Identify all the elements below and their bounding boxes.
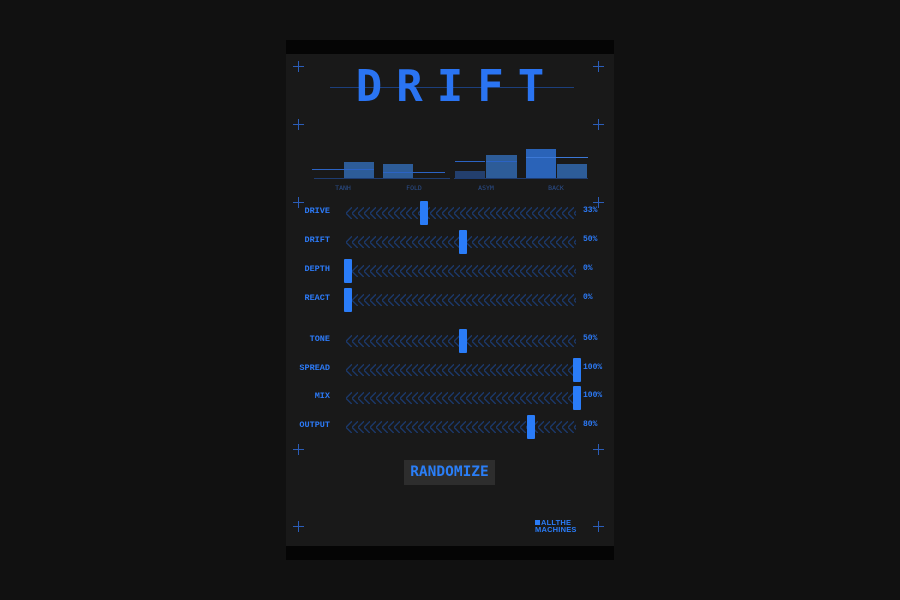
crosshair-icon <box>293 119 304 130</box>
brand-logo: ALLTHE MACHINES <box>535 519 595 533</box>
shaper-level-line <box>383 172 445 173</box>
top-band <box>286 40 614 54</box>
slider-value: 0% <box>583 293 593 302</box>
slider-value: 50% <box>583 235 598 244</box>
slider-track[interactable] <box>346 392 576 404</box>
slider-row-react: REACT 0% <box>286 288 614 312</box>
brand-line-2: MACHINES <box>535 525 577 534</box>
slider-track[interactable] <box>346 207 576 219</box>
crosshair-icon <box>293 444 304 455</box>
slider-value: 80% <box>583 420 598 429</box>
shaper-level-line <box>312 169 346 170</box>
slider-thumb[interactable] <box>573 358 581 382</box>
slider-thumb[interactable] <box>344 259 352 283</box>
randomize-button[interactable]: RANDOMIZE <box>404 460 495 485</box>
shaper-baseline <box>314 178 450 179</box>
slider-value: 100% <box>583 363 603 372</box>
shaper-level-line <box>455 161 485 162</box>
plugin-title: DRIFT <box>355 61 559 112</box>
slider-thumb[interactable] <box>344 288 352 312</box>
shaper-label-fold[interactable]: FOLD <box>384 184 444 192</box>
bottom-band <box>286 546 614 560</box>
slider-label: SPREAD <box>299 363 330 373</box>
slider-row-tone: TONE 50% <box>286 329 614 353</box>
slider-label: REACT <box>304 293 330 303</box>
slider-label: DRIVE <box>304 206 330 216</box>
slider-track[interactable] <box>346 421 576 433</box>
shaper-level-line <box>486 161 517 162</box>
slider-value: 100% <box>583 391 603 400</box>
shaper-selector[interactable]: TANH FOLD ASYM BACK <box>310 140 590 200</box>
shaper-level-line <box>344 169 374 170</box>
crosshair-icon <box>593 444 604 455</box>
slider-track[interactable] <box>346 265 576 277</box>
slider-row-depth: DEPTH 0% <box>286 259 614 283</box>
slider-row-drift: DRIFT 50% <box>286 230 614 254</box>
slider-thumb[interactable] <box>573 386 581 410</box>
shaper-label-back[interactable]: BACK <box>526 184 586 192</box>
shaper-baseline <box>454 178 588 179</box>
shaper-bar <box>486 155 517 178</box>
crosshair-icon <box>293 521 304 532</box>
slider-thumb[interactable] <box>527 415 536 439</box>
shaper-bar <box>344 162 374 178</box>
slider-label: TONE <box>309 334 330 344</box>
slider-value: 33% <box>583 206 598 215</box>
slider-label: DEPTH <box>304 264 330 274</box>
shaper-bar <box>383 164 413 178</box>
slider-row-mix: MIX 100% <box>286 386 614 410</box>
shaper-bar-active <box>526 149 556 178</box>
slider-thumb[interactable] <box>458 329 467 353</box>
slider-value: 0% <box>583 264 593 273</box>
shaper-bar <box>557 164 587 178</box>
slider-row-drive: DRIVE 33% <box>286 201 614 225</box>
slider-label: MIX <box>314 391 330 401</box>
slider-track[interactable] <box>346 294 576 306</box>
slider-row-spread: SPREAD 100% <box>286 358 614 382</box>
slider-value: 50% <box>583 334 598 343</box>
slider-thumb[interactable] <box>458 230 467 254</box>
crosshair-icon <box>593 119 604 130</box>
shaper-level-line <box>526 157 588 158</box>
slider-row-output: OUTPUT 80% <box>286 415 614 439</box>
slider-track[interactable] <box>346 364 576 376</box>
slider-thumb[interactable] <box>419 201 428 225</box>
slider-label: OUTPUT <box>299 420 330 430</box>
shaper-label-asym[interactable]: ASYM <box>456 184 516 192</box>
slider-label: DRIFT <box>304 235 330 245</box>
shaper-label-tanh[interactable]: TANH <box>313 184 373 192</box>
plugin-window: DRIFT TANH FOLD ASYM BACK DRIVE 33% DRIF… <box>286 40 614 560</box>
shaper-bar <box>455 171 485 178</box>
